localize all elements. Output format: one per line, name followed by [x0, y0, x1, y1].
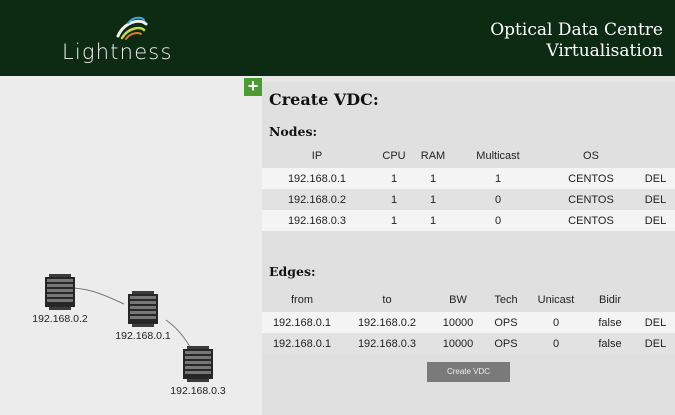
- server-icon: [45, 274, 75, 310]
- column-header: Unicast: [537, 294, 575, 306]
- edge-unicast: 0: [528, 312, 584, 333]
- node-os: CENTOS: [546, 189, 636, 210]
- topology-node[interactable]: 192.168.0.3: [168, 344, 228, 397]
- column-header: [636, 288, 675, 312]
- delete-node-button[interactable]: DEL: [636, 210, 675, 231]
- node-cpu: 1: [372, 210, 416, 231]
- node-ip: 192.168.0.2: [262, 189, 372, 210]
- edge-unicast: 0: [528, 333, 584, 354]
- column-header: IP: [311, 150, 323, 162]
- table-row: 192.168.0.3 1 1 0 CENTOS DEL: [262, 210, 675, 231]
- edges-table-header: from to BW Tech Unicast Bidir: [262, 288, 675, 312]
- app-title-line1: Optical Data Centre: [490, 20, 663, 40]
- column-header: [636, 144, 675, 168]
- edge-tech: OPS: [484, 312, 528, 333]
- delete-edge-button[interactable]: DEL: [636, 312, 675, 333]
- lightness-logo[interactable]: Lightness: [62, 14, 222, 66]
- node-cpu: 1: [372, 168, 416, 189]
- node-os: CENTOS: [546, 210, 636, 231]
- node-label: 192.168.0.2: [32, 313, 88, 325]
- node-ram: 1: [416, 210, 450, 231]
- edge-tech: OPS: [484, 333, 528, 354]
- nodes-table-header: IP CPU RAM Multicast OS: [262, 144, 675, 168]
- delete-edge-button[interactable]: DEL: [636, 333, 675, 354]
- logo-swirl-icon: [116, 16, 148, 40]
- panel-title: Create VDC:: [269, 90, 379, 109]
- node-multicast: 0: [450, 189, 546, 210]
- node-label: 192.168.0.1: [115, 330, 171, 342]
- app-header: Lightness Optical Data Centre Virtualisa…: [0, 0, 675, 76]
- node-ram: 1: [416, 168, 450, 189]
- node-ram: 1: [416, 189, 450, 210]
- column-header: RAM: [420, 150, 446, 162]
- app-title-line2: Virtualisation: [546, 41, 663, 61]
- nodes-heading: Nodes:: [269, 124, 318, 139]
- column-header: to: [382, 294, 392, 306]
- edge-from: 192.168.0.1: [262, 312, 342, 333]
- edge-bw: 10000: [432, 333, 484, 354]
- app-title: Optical Data Centre Virtualisation: [490, 20, 663, 62]
- node-multicast: 0: [450, 210, 546, 231]
- nodes-table: IP CPU RAM Multicast OS 192.168.0.1 1 1 …: [262, 144, 675, 231]
- node-label: 192.168.0.3: [170, 385, 226, 397]
- topology-node[interactable]: 192.168.0.1: [113, 289, 173, 342]
- column-header: Bidir: [598, 294, 621, 306]
- column-header: OS: [583, 150, 599, 162]
- node-cpu: 1: [372, 189, 416, 210]
- column-header: Multicast: [476, 150, 520, 162]
- topology-node[interactable]: 192.168.0.2: [30, 272, 90, 325]
- table-row: 192.168.0.2 1 1 0 CENTOS DEL: [262, 189, 675, 210]
- table-row: 192.168.0.1 192.168.0.3 10000 OPS 0 fals…: [262, 333, 675, 354]
- column-header: CPU: [382, 150, 406, 162]
- node-ip: 192.168.0.1: [262, 168, 372, 189]
- edge-from: 192.168.0.1: [262, 333, 342, 354]
- topology-canvas[interactable]: 192.168.0.2 192.168.0.1 192.168.0.3: [0, 76, 262, 415]
- add-node-button[interactable]: +: [244, 77, 262, 96]
- create-vdc-button[interactable]: Create VDC: [427, 362, 510, 382]
- column-header: from: [291, 294, 313, 306]
- delete-node-button[interactable]: DEL: [636, 168, 675, 189]
- edge-bidir: false: [584, 333, 636, 354]
- node-ip: 192.168.0.3: [262, 210, 372, 231]
- create-vdc-panel: Create VDC: Nodes: IP CPU RAM Multicast …: [262, 82, 675, 415]
- column-header: Tech: [494, 294, 518, 306]
- edge-to: 192.168.0.3: [342, 333, 432, 354]
- edge-to: 192.168.0.2: [342, 312, 432, 333]
- edges-table: from to BW Tech Unicast Bidir 192.168.0.…: [262, 288, 675, 354]
- server-icon: [183, 346, 213, 382]
- server-icon: [128, 291, 158, 327]
- node-os: CENTOS: [546, 168, 636, 189]
- logo-text: Lightness: [62, 40, 173, 64]
- edges-heading: Edges:: [269, 264, 316, 279]
- column-header: BW: [449, 294, 467, 306]
- table-row: 192.168.0.1 192.168.0.2 10000 OPS 0 fals…: [262, 312, 675, 333]
- edge-bidir: false: [584, 312, 636, 333]
- node-multicast: 1: [450, 168, 546, 189]
- delete-node-button[interactable]: DEL: [636, 189, 675, 210]
- table-row: 192.168.0.1 1 1 1 CENTOS DEL: [262, 168, 675, 189]
- edge-bw: 10000: [432, 312, 484, 333]
